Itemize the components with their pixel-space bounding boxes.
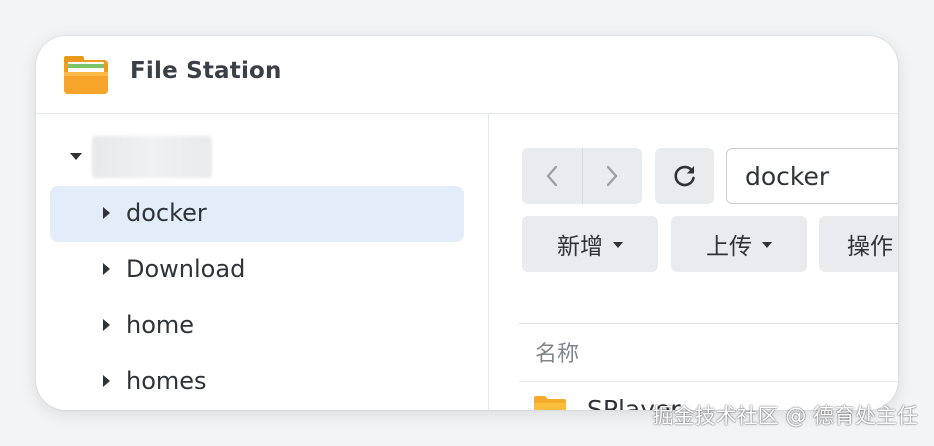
list-divider bbox=[519, 323, 898, 324]
path-field[interactable]: docker bbox=[726, 148, 898, 204]
tree-item-label: docker bbox=[126, 199, 207, 227]
tree-item-home[interactable]: home bbox=[50, 298, 464, 354]
create-label: 新增 bbox=[557, 234, 603, 260]
file-station-window: File Station docker Download home homes bbox=[36, 36, 898, 410]
caret-right-icon[interactable] bbox=[103, 207, 110, 219]
caret-down-icon bbox=[613, 242, 623, 248]
history-nav bbox=[522, 148, 642, 204]
caret-right-icon[interactable] bbox=[103, 263, 110, 275]
caret-down-icon bbox=[762, 242, 772, 248]
chevron-left-icon bbox=[546, 165, 558, 187]
tree-root-node[interactable] bbox=[66, 136, 266, 178]
caret-down-icon[interactable] bbox=[70, 153, 82, 160]
tree-item-label: Download bbox=[126, 255, 246, 283]
create-button[interactable]: 新增 bbox=[522, 216, 658, 272]
folder-app-icon bbox=[64, 56, 108, 94]
back-button[interactable] bbox=[522, 148, 582, 204]
folder-tree: docker Download home homes bbox=[36, 114, 489, 410]
refresh-button[interactable] bbox=[655, 148, 714, 204]
caret-right-icon[interactable] bbox=[103, 375, 110, 387]
tree-item-label: home bbox=[126, 311, 195, 339]
watermark-text: 掘金技术社区 @ 德育处主任 bbox=[652, 404, 918, 428]
action-button[interactable]: 操作 bbox=[819, 216, 898, 272]
column-header-name[interactable]: 名称 bbox=[535, 336, 579, 368]
forward-button[interactable] bbox=[582, 148, 642, 204]
caret-right-icon[interactable] bbox=[103, 319, 110, 331]
title-bar: File Station bbox=[36, 36, 898, 114]
chevron-right-icon bbox=[606, 165, 618, 187]
file-browser-pane: docker 新增 上传 操作 名称 SPlayer bbox=[489, 114, 898, 410]
tree-item-docker[interactable]: docker bbox=[50, 186, 464, 242]
action-label: 操作 bbox=[847, 234, 893, 260]
redacted-root-name bbox=[92, 136, 212, 178]
tree-item-label: homes bbox=[126, 367, 207, 395]
app-title: File Station bbox=[130, 58, 282, 84]
folder-icon bbox=[534, 396, 566, 410]
upload-button[interactable]: 上传 bbox=[671, 216, 807, 272]
tree-item-homes[interactable]: homes bbox=[50, 354, 464, 410]
refresh-icon bbox=[673, 165, 695, 187]
upload-label: 上传 bbox=[706, 234, 752, 260]
tree-item-download[interactable]: Download bbox=[50, 242, 464, 298]
